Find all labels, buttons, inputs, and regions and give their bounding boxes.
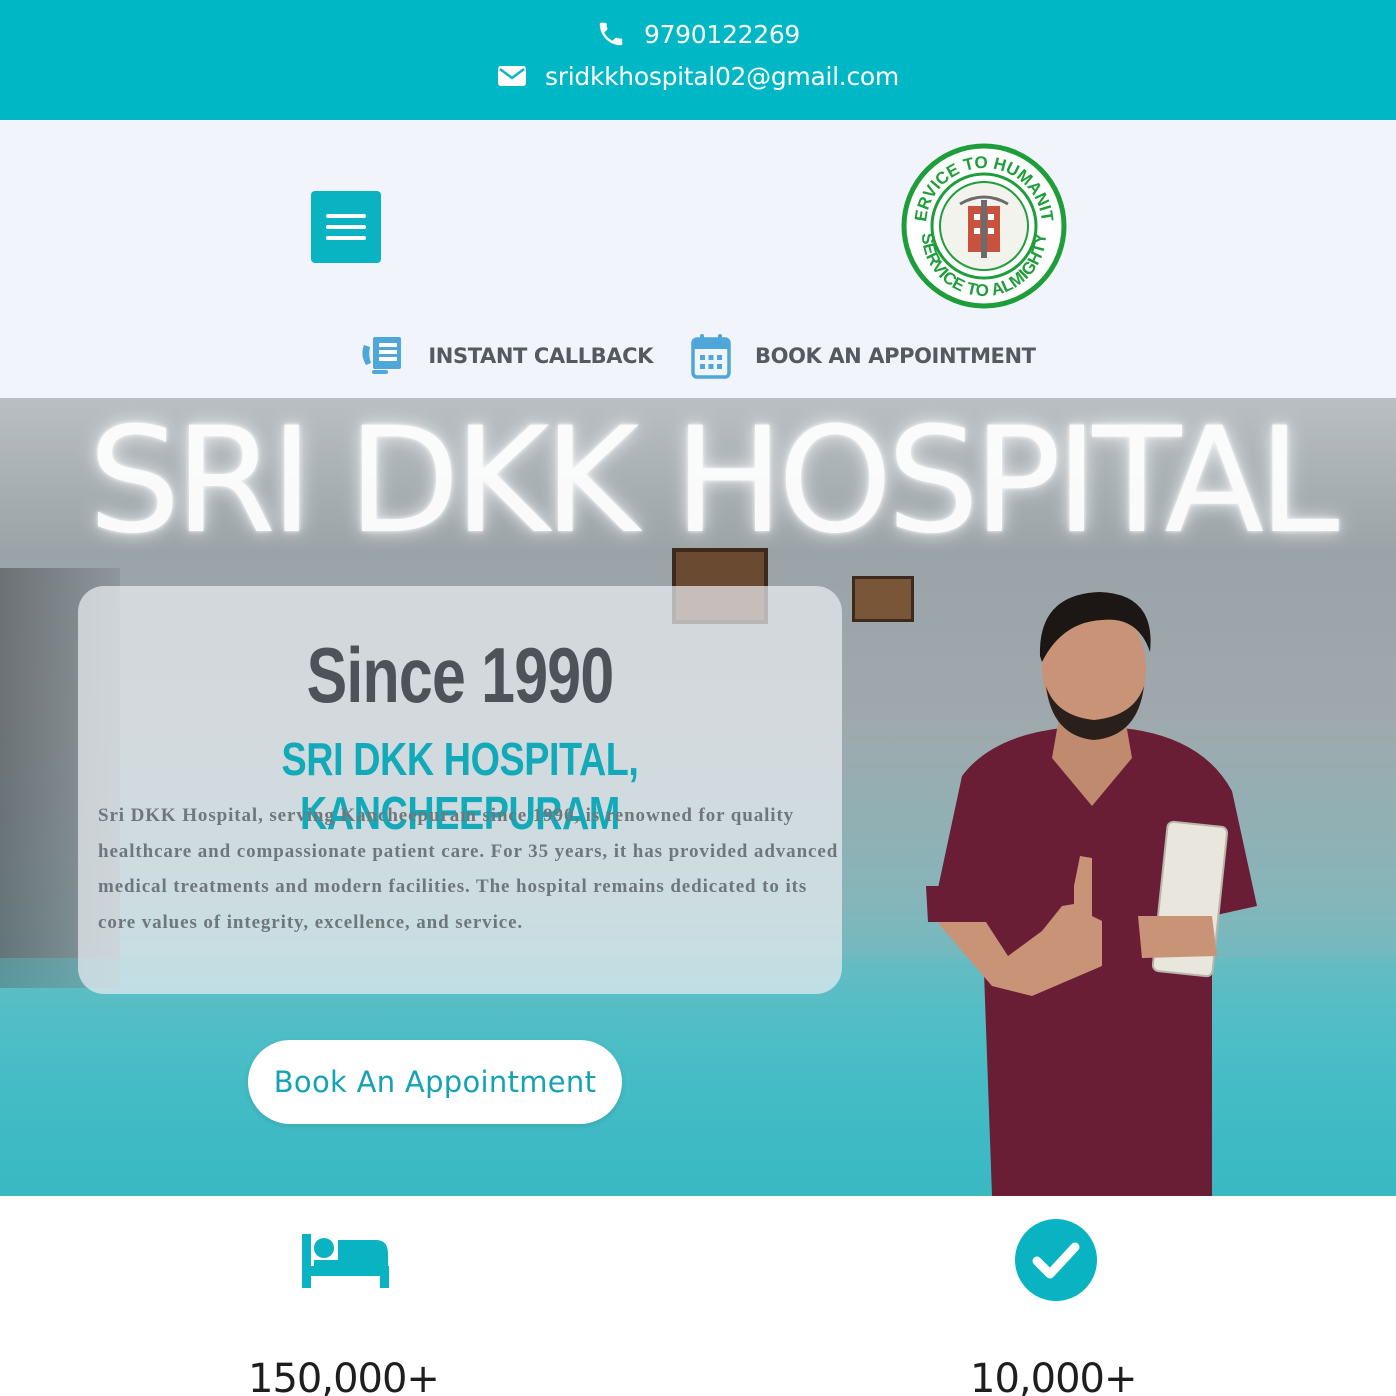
bed-icon <box>302 1234 390 1293</box>
patients-count: 150,000+ <box>248 1356 440 1396</box>
stats-section: 150,000+ 10,000+ <box>0 1196 1396 1396</box>
wall-frame <box>852 576 914 622</box>
hero-banner: SRI DKK HOSPITAL Since 1990 SRI DKK HOSP… <box>0 398 1396 1196</box>
envelope-icon <box>497 64 527 88</box>
book-appointment-link[interactable]: BOOK AN APPOINTMENT <box>691 333 1036 379</box>
quick-links: INSTANT CALLBACK BOOK AN APPOINTMENT <box>0 328 1396 384</box>
contact-bar: 9790122269 sridkkhospital02@gmail.com <box>0 0 1396 120</box>
site-header: SERVICE TO HUMANITY SERVICE TO ALMIGHTY <box>0 120 1396 398</box>
instant-callback-link[interactable]: INSTANT CALLBACK <box>360 335 653 377</box>
callback-icon <box>360 335 404 377</box>
menu-bar <box>326 225 366 229</box>
hero-description: Sri DKK Hospital, serving Kancheepuram s… <box>98 805 839 933</box>
phone-number[interactable]: 9790122269 <box>644 20 800 49</box>
hospital-logo[interactable]: SERVICE TO HUMANITY SERVICE TO ALMIGHTY <box>894 127 1068 310</box>
hero-info-card: Since 1990 SRI DKK HOSPITAL, KANCHEEPURA… <box>78 586 842 994</box>
book-appointment-button[interactable]: Book An Appointment <box>248 1040 622 1124</box>
phone-icon <box>596 19 626 49</box>
book-appointment-button-label[interactable]: Book An Appointment <box>274 1065 597 1099</box>
email-contact[interactable]: sridkkhospital02@gmail.com <box>0 56 1396 96</box>
email-address[interactable]: sridkkhospital02@gmail.com <box>545 62 899 91</box>
calendar-icon <box>691 333 731 379</box>
menu-bar <box>326 236 366 240</box>
check-circle-icon <box>1014 1218 1098 1307</box>
menu-bar <box>326 214 366 218</box>
since-heading: Since 1990 <box>306 631 615 719</box>
phone-contact[interactable]: 9790122269 <box>0 14 1396 54</box>
doctor-photo <box>912 586 1264 1196</box>
surgeries-count: 10,000+ <box>970 1356 1137 1396</box>
instant-callback-label[interactable]: INSTANT CALLBACK <box>428 344 653 368</box>
hamburger-menu-icon[interactable] <box>311 191 381 263</box>
book-appointment-label[interactable]: BOOK AN APPOINTMENT <box>755 344 1036 368</box>
hospital-neon-sign: SRI DKK HOSPITAL <box>88 398 1339 566</box>
